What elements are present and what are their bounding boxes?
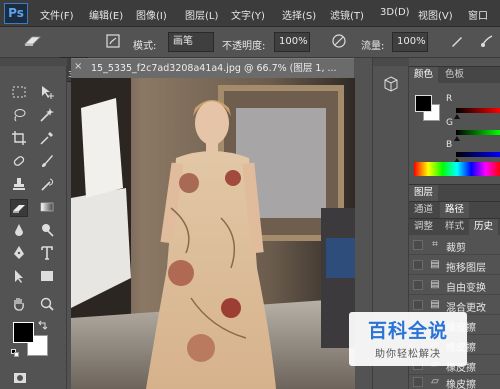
watermark-title: 百科全说 [367,320,448,342]
brush-tool-icon[interactable] [38,153,56,171]
airbrush-icon[interactable] [448,33,466,51]
history-step-icon: ▤ [430,259,440,270]
menu-type[interactable]: 文字(Y) [231,7,265,22]
eraser-step-icon: ▱ [431,376,439,387]
history-source-checkbox[interactable] [413,280,423,290]
history-source-checkbox[interactable] [413,260,423,270]
flow-input[interactable]: 100% [392,32,428,52]
menu-edit[interactable]: 编辑(E) [89,7,123,22]
history-item[interactable]: ▤ 自由变换 [409,275,500,295]
healing-brush-tool-icon[interactable] [10,153,28,171]
path-selection-tool-icon[interactable] [10,268,28,286]
pressure-size-icon[interactable] [478,33,496,51]
eraser-tool-preset-icon[interactable] [20,33,46,51]
tab-styles[interactable]: 样式 [440,219,469,235]
menu-window[interactable]: 窗口 [468,7,488,22]
blue-slider-label: B [446,140,453,150]
tab-history[interactable]: 历史 [469,219,499,235]
foreground-color-swatch[interactable] [13,322,34,343]
close-document-icon[interactable]: × [74,62,84,72]
pen-tool-icon[interactable] [10,245,28,263]
eraser-tool-icon[interactable] [10,199,28,217]
dodge-tool-icon[interactable] [38,222,56,240]
document-title: 15_5335_f2c7ad3208a41a4.jpg @ 66.7% (图层 … [91,63,337,74]
history-item[interactable]: ▱橡皮擦 [409,372,500,389]
menu-image[interactable]: 图像(I) [136,7,167,22]
crop-tool-icon[interactable] [10,130,28,148]
toolbar-grip[interactable] [0,58,67,66]
blur-tool-icon[interactable] [10,222,28,240]
pressure-opacity-icon[interactable] [330,33,348,51]
history-source-checkbox[interactable] [413,300,423,310]
green-slider[interactable] [456,130,500,135]
type-tool-icon[interactable] [38,245,56,263]
green-slider-label: G [446,118,453,128]
crop-icon: ⌗ [432,239,438,250]
blue-slider[interactable] [456,152,500,157]
watermark-badge: 百科全说 助你轻松解决 [349,312,467,366]
swap-colors-icon[interactable] [38,320,48,330]
tab-layers[interactable]: 图层 [409,185,439,201]
tab-swatches[interactable]: 色板 [440,67,469,83]
options-bar: 34 模式: 画笔 不透明度: 100% 流量: 100% [0,27,500,82]
watermark-subtitle: 助你轻松解决 [375,349,441,360]
tools-panel [0,58,67,389]
canvas-image [71,78,355,389]
mode-select[interactable]: 画笔 [168,32,214,52]
history-source-checkbox[interactable] [413,377,423,387]
3d-panel-icon[interactable] [382,76,400,94]
red-slider[interactable] [456,108,500,113]
tab-color[interactable]: 颜色 [409,67,439,83]
menu-file[interactable]: 文件(F) [40,7,74,22]
menu-view[interactable]: 视图(V) [418,7,453,22]
move-tool-icon[interactable] [38,84,56,102]
tab-adjustments[interactable]: 调整 [409,219,438,235]
green-slider-thumb[interactable] [454,136,460,141]
menu-select[interactable]: 选择(S) [282,7,316,22]
clone-stamp-tool-icon[interactable] [10,176,28,194]
zoom-tool-icon[interactable] [38,296,56,314]
menu-filter[interactable]: 滤镜(T) [330,7,364,22]
rectangle-tool-icon[interactable] [38,268,56,286]
history-step-icon: ▤ [430,279,440,290]
history-source-checkbox[interactable] [413,240,423,250]
document-canvas[interactable] [71,78,355,389]
app-logo[interactable]: Ps [4,3,28,24]
panel-foreground-swatch[interactable] [415,95,432,112]
eyedropper-tool-icon[interactable] [38,130,56,148]
tab-paths[interactable]: 路径 [440,202,470,218]
color-spectrum-bar[interactable] [414,162,500,176]
history-item[interactable]: ⌗ 裁剪 [409,235,500,255]
tab-channels[interactable]: 通道 [409,202,438,218]
red-slider-thumb[interactable] [454,114,460,119]
opacity-input[interactable]: 100% [274,32,310,52]
magic-wand-tool-icon[interactable] [38,107,56,125]
quick-mask-icon[interactable] [11,370,29,388]
mode-label: 模式: [133,41,157,52]
menu-3d[interactable]: 3D(D) [380,7,410,18]
menu-bar: Ps 文件(F) 编辑(E) 图像(I) 图层(L) 文字(Y) 选择(S) 滤… [0,0,500,27]
brush-panel-toggle-icon[interactable] [104,33,122,51]
history-step-icon: ▤ [430,299,440,310]
strip-grip[interactable] [373,58,410,66]
history-brush-tool-icon[interactable] [38,176,56,194]
red-slider-label: R [446,94,453,104]
lasso-tool-icon[interactable] [10,107,28,125]
document-tab[interactable]: 15_5335_f2c7ad3208a41a4.jpg @ 66.7% (图层 … [71,58,354,78]
history-item[interactable]: ▤ 拖移图层 [409,255,500,275]
default-colors-icon[interactable] [11,349,19,357]
opacity-label: 不透明度: [222,41,266,52]
flow-label: 流量: [361,41,385,52]
hand-tool-icon[interactable] [10,296,28,314]
gradient-tool-icon[interactable] [38,199,56,217]
marquee-tool-icon[interactable] [10,84,28,102]
menu-layer[interactable]: 图层(L) [185,7,218,22]
